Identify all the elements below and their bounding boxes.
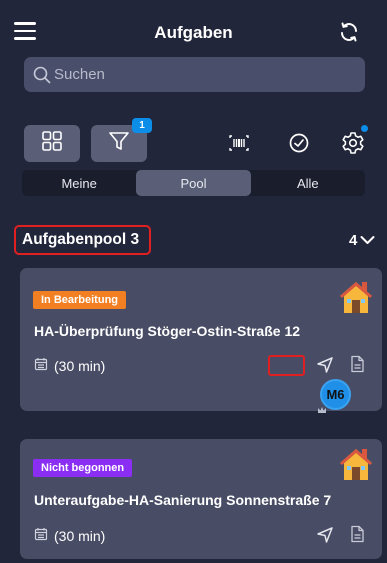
calendar-icon	[34, 527, 48, 544]
task-card[interactable]: In Bearbeitung HA-Überprüfung Stöger-Ost…	[20, 268, 382, 413]
house-icon	[338, 446, 374, 482]
notification-dot	[361, 125, 368, 132]
task-title: Unteraufgabe-HA-Sanierung Sonnenstraße 7	[34, 492, 332, 508]
duration-label: (30 min)	[54, 357, 106, 374]
filter-icon	[108, 130, 130, 157]
task-card[interactable]: Nicht begonnen Unteraufgabe-HA-Sanierung…	[20, 439, 382, 559]
task-title: HA-Überprüfung Stöger-Ostin-Straße 12	[34, 323, 301, 339]
search-icon	[32, 65, 52, 85]
chevron-down-icon	[360, 232, 375, 249]
grid-view-button[interactable]	[24, 125, 80, 162]
status-badge: In Bearbeitung	[33, 291, 127, 309]
navigate-icon[interactable]	[316, 356, 334, 374]
tab-pool[interactable]: Pool	[136, 170, 251, 196]
navigate-icon[interactable]	[316, 526, 334, 544]
sync-icon[interactable]	[337, 20, 361, 44]
highlighted-action-slot[interactable]	[268, 355, 305, 376]
document-icon[interactable]	[348, 525, 366, 543]
check-circle-icon[interactable]	[286, 130, 312, 156]
pool-title-label: Aufgabenpool 3	[22, 231, 140, 248]
task-duration: (30 min)	[34, 527, 105, 544]
pool-title: Aufgabenpool 3	[14, 225, 151, 255]
task-duration: (30 min)	[34, 357, 105, 374]
pool-count-dropdown[interactable]: 4	[349, 232, 375, 249]
grid-icon	[41, 130, 63, 157]
filter-count-badge: 1	[132, 118, 152, 133]
tab-meine[interactable]: Meine	[22, 170, 136, 196]
status-badge: Nicht begonnen	[33, 459, 133, 477]
tab-alle[interactable]: Alle	[251, 170, 365, 196]
assignee-initials: M6	[326, 387, 345, 402]
pool-count: 4	[349, 232, 358, 249]
duration-label: (30 min)	[54, 527, 106, 544]
search-bar[interactable]	[24, 57, 365, 92]
document-icon[interactable]	[348, 355, 366, 373]
gear-icon[interactable]	[340, 130, 366, 156]
barcode-icon[interactable]	[226, 130, 252, 156]
view-tabs: Meine Pool Alle	[22, 170, 365, 196]
search-input[interactable]	[54, 66, 354, 83]
crown-icon	[317, 401, 327, 413]
calendar-icon	[34, 357, 48, 374]
house-icon	[338, 279, 374, 315]
page-title: Aufgaben	[154, 23, 233, 42]
